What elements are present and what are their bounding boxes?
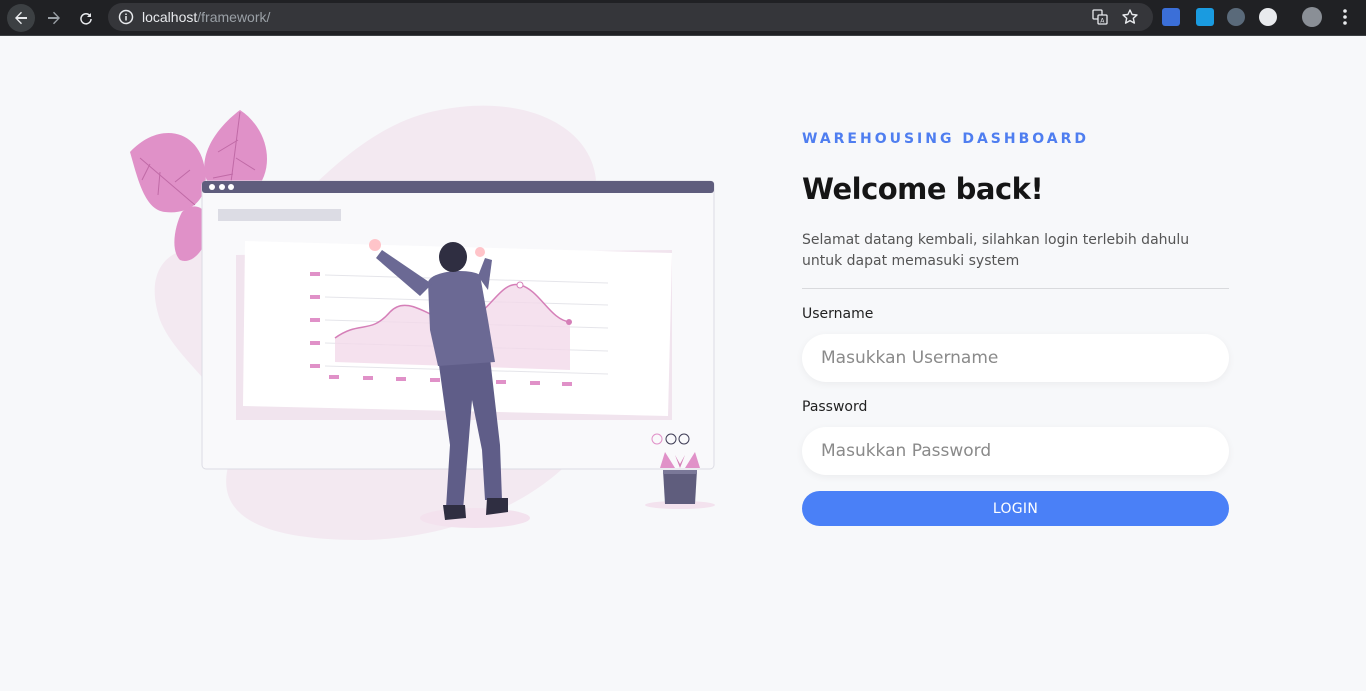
reload-icon: [80, 12, 92, 25]
dashboard-illustration: [130, 105, 715, 541]
extension-icon[interactable]: [1259, 8, 1277, 26]
address-bar[interactable]: localhost/framework/ A: [108, 3, 1153, 31]
url-host: localhost: [142, 9, 198, 25]
password-label: Password: [802, 399, 868, 415]
welcome-description: Selamat datang kembali, silahkan login t…: [802, 232, 1190, 269]
avatar[interactable]: [1302, 7, 1322, 27]
username-label: Username: [802, 306, 874, 322]
app-kicker: WAREHOUSING DASHBOARD: [802, 131, 1090, 147]
reload-button[interactable]: [72, 4, 100, 32]
url-text: localhost/framework/: [142, 9, 270, 25]
login-button[interactable]: LOGIN: [802, 491, 1229, 526]
login-panel: WAREHOUSING DASHBOARD Welcome back! Sela…: [802, 130, 1229, 526]
back-arrow-icon: [15, 11, 27, 25]
username-input[interactable]: [802, 334, 1229, 382]
info-icon[interactable]: [118, 9, 134, 25]
back-button[interactable]: [7, 4, 35, 32]
menu-dots-icon[interactable]: [1337, 7, 1353, 27]
divider: [802, 288, 1229, 289]
extension-icon[interactable]: [1227, 8, 1245, 26]
url-path: /framework/: [197, 9, 271, 25]
page-title: Welcome back!: [802, 172, 1044, 206]
password-input[interactable]: [802, 427, 1229, 475]
forward-arrow-icon: [48, 11, 60, 25]
browser-toolbar: localhost/framework/ A: [0, 0, 1366, 36]
extension-icon[interactable]: [1196, 8, 1214, 26]
extension-icon[interactable]: [1162, 8, 1180, 26]
star-icon[interactable]: [1121, 8, 1139, 26]
translate-icon[interactable]: A: [1092, 9, 1108, 25]
forward-button[interactable]: [40, 4, 68, 32]
